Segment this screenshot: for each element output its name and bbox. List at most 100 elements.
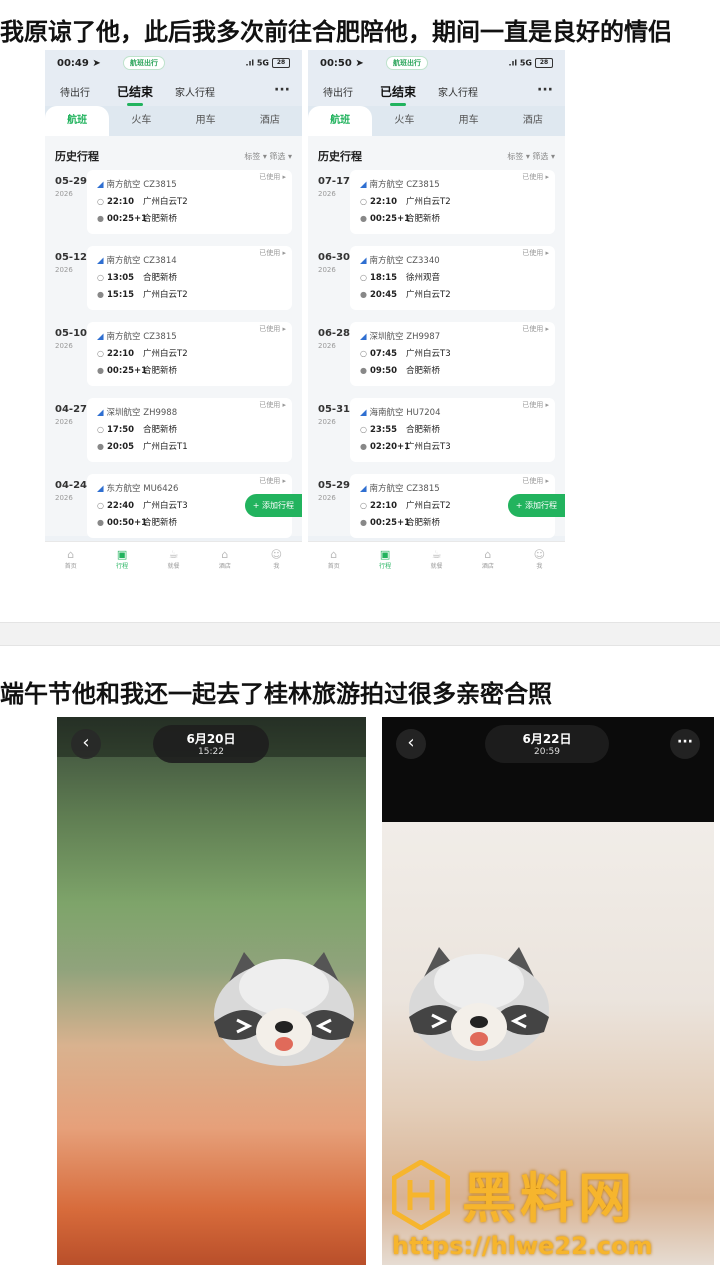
category-tab-2[interactable]: 用车: [174, 106, 238, 136]
trip-row[interactable]: 06-28 2026 ◢ 深圳航空 ZH9987 已使用 ▸ ○ 07:45 广州白云T3 ● 0…: [308, 322, 565, 398]
airline-logo-icon: ◢: [97, 408, 104, 418]
nav-item-4[interactable]: ☺ 我: [251, 542, 302, 582]
nav-item-3[interactable]: ⌂ 酒店: [462, 542, 513, 582]
trip-card[interactable]: ◢ 深圳航空 ZH9987 已使用 ▸ ○ 07:45 广州白云T3 ● 09:50 合肥新桥: [350, 322, 555, 386]
departure-dot-icon: ○: [360, 197, 367, 206]
trip-card[interactable]: ◢ 南方航空 CZ3340 已使用 ▸ ○ 18:15 徐州观音 ● 20:45 广州白云T2: [350, 246, 555, 310]
trip-status: 已使用 ▸: [522, 401, 549, 409]
arrival-time: 00:25+1: [370, 214, 411, 224]
trip-card[interactable]: ◢ 南方航空 CZ3814 已使用 ▸ ○ 13:05 合肥新桥 ● 15:15 广州白云T2: [87, 246, 292, 310]
nav-item-2[interactable]: ☕ 就餐: [148, 542, 199, 582]
trip-row[interactable]: 05-31 2026 ◢ 海南航空 HU7204 已使用 ▸ ○ 23:55 合肥新桥 ● 02:…: [308, 398, 565, 474]
nav-item-1[interactable]: ▣ 行程: [359, 542, 410, 582]
airline-logo-icon: ◢: [97, 484, 104, 494]
nav-label: 就餐: [430, 563, 443, 570]
add-trip-button[interactable]: + 添加行程: [244, 494, 302, 517]
airline-name: 南方航空 CZ3815: [106, 180, 177, 190]
departure-time: 17:50: [107, 425, 135, 435]
nav-item-4[interactable]: ☺ 我: [514, 542, 565, 582]
tab-0[interactable]: 待出行: [45, 84, 105, 99]
trip-list: 历史行程 标签 ▾ 筛选 ▾ 07-17 2026 ◢ 南方航空 CZ3815 已使用 ▸ ○…: [308, 136, 565, 538]
airline-name: 东方航空 MU6426: [106, 484, 179, 494]
arrival-place: 合肥新桥: [143, 214, 178, 224]
trip-card[interactable]: ◢ 海南航空 HU7204 已使用 ▸ ○ 23:55 合肥新桥 ● 02:20+1广州白云T…: [350, 398, 555, 462]
tab-0[interactable]: 待出行: [308, 84, 368, 99]
status-pill: 航班出行: [123, 56, 165, 70]
trip-date: 05-29: [318, 480, 350, 491]
airline-logo-icon: ◢: [97, 180, 104, 190]
photo-left: ‹ 6月20日 15:22: [57, 717, 366, 1265]
category-tab-1[interactable]: 火车: [372, 106, 436, 136]
trip-status: 已使用 ▸: [522, 477, 549, 485]
category-tab-2[interactable]: 用车: [437, 106, 501, 136]
more-options-button[interactable]: ···: [670, 729, 700, 759]
arrival-place: 广州白云T2: [143, 290, 188, 300]
trip-date: 05-10: [55, 328, 87, 339]
tab-2[interactable]: 家人行程: [165, 84, 225, 99]
airline-logo-icon: ◢: [97, 332, 104, 342]
more-menu-button[interactable]: ···: [537, 82, 553, 98]
nav-item-2[interactable]: ☕ 就餐: [411, 542, 462, 582]
arrival-dot-icon: ●: [360, 290, 367, 299]
tab-2[interactable]: 家人行程: [428, 84, 488, 99]
category-tab-1[interactable]: 火车: [109, 106, 173, 136]
category-tab-0[interactable]: 航班: [45, 106, 110, 136]
departure: ○ 22:10 广州白云T2: [360, 499, 451, 511]
trip-card[interactable]: ◢ 南方航空 CZ3815 已使用 ▸ ○ 22:10 广州白云T2 ● 00:25+1合肥新…: [87, 322, 292, 386]
nav-item-0[interactable]: ⌂ 首页: [45, 542, 96, 582]
category-tab-3[interactable]: 酒店: [238, 106, 302, 136]
arrival-dot-icon: ●: [97, 518, 104, 527]
trip-row[interactable]: 05-10 2026 ◢ 南方航空 CZ3815 已使用 ▸ ○ 22:10 广州白云T2 ● 0…: [45, 322, 302, 398]
trip-card[interactable]: ◢ 深圳航空 ZH9988 已使用 ▸ ○ 17:50 合肥新桥 ● 20:05 广州白云T1: [87, 398, 292, 462]
filter-controls[interactable]: 标签 ▾ 筛选 ▾: [507, 151, 555, 162]
photo-date-pill: 6月22日 20:59: [485, 725, 609, 763]
arrival-time: 09:50: [370, 366, 398, 376]
nav-label: 我: [273, 563, 280, 570]
tab-1[interactable]: 已结束: [105, 83, 165, 106]
trip-date: 04-27: [55, 404, 87, 415]
back-button[interactable]: ‹: [396, 729, 426, 759]
departure: ○ 07:45 广州白云T3: [360, 347, 451, 359]
trip-row[interactable]: 05-12 2026 ◢ 南方航空 CZ3814 已使用 ▸ ○ 13:05 合肥新桥 ● 15:…: [45, 246, 302, 322]
watermark-url: https://hlwe22.com: [392, 1232, 653, 1260]
trip-row[interactable]: 04-27 2026 ◢ 深圳航空 ZH9988 已使用 ▸ ○ 17:50 合肥新桥 ● 20:…: [45, 398, 302, 474]
trip-year: 2026: [318, 494, 336, 502]
category-tabs: 航班 火车 用车 酒店: [308, 106, 565, 136]
arrival-dot-icon: ●: [97, 366, 104, 375]
more-menu-button[interactable]: ···: [274, 82, 290, 98]
trip-row[interactable]: 06-30 2026 ◢ 南方航空 CZ3340 已使用 ▸ ○ 18:15 徐州观音 ● 20:…: [308, 246, 565, 322]
departure-time: 22:10: [370, 501, 398, 511]
nav-item-3[interactable]: ⌂ 酒店: [199, 542, 250, 582]
category-tabs: 航班 火车 用车 酒店: [45, 106, 302, 136]
nav-item-0[interactable]: ⌂ 首页: [308, 542, 359, 582]
arrival: ● 02:20+1广州白云T3: [360, 440, 451, 452]
trip-row[interactable]: 07-17 2026 ◢ 南方航空 CZ3815 已使用 ▸ ○ 22:10 广州白云T2 ● 0…: [308, 170, 565, 246]
photo-time: 20:59: [534, 747, 560, 757]
trip-row[interactable]: 05-29 2026 ◢ 南方航空 CZ3815 已使用 ▸ ○ 22:10 广州白云T2 ● 0…: [45, 170, 302, 246]
arrival-time: 00:25+1: [107, 366, 148, 376]
departure-dot-icon: ○: [97, 349, 104, 358]
arrival-dot-icon: ●: [97, 442, 104, 451]
arrival-time: 20:05: [107, 442, 135, 452]
add-trip-button[interactable]: + 添加行程: [507, 494, 565, 517]
departure: ○ 22:10 广州白云T2: [360, 195, 451, 207]
arrival-place: 合肥新桥: [406, 214, 441, 224]
trip-card[interactable]: ◢ 南方航空 CZ3815 已使用 ▸ ○ 22:10 广州白云T2 ● 00:25+1合肥新…: [350, 170, 555, 234]
status-bar: 00:49 ➤ 航班出行 .ıl 5G 28: [45, 50, 302, 76]
nav-item-1[interactable]: ▣ 行程: [96, 542, 147, 582]
history-header: 历史行程 标签 ▾ 筛选 ▾: [308, 136, 565, 170]
airline-logo-icon: ◢: [97, 256, 104, 266]
category-tab-0[interactable]: 航班: [308, 106, 373, 136]
trip-card[interactable]: ◢ 南方航空 CZ3815 已使用 ▸ ○ 22:10 广州白云T2 ● 00:25+1合肥新…: [87, 170, 292, 234]
airline-name: 南方航空 CZ3340: [369, 256, 440, 266]
category-tab-3[interactable]: 酒店: [501, 106, 565, 136]
tab-1[interactable]: 已结束: [368, 83, 428, 106]
trip-date: 05-12: [55, 252, 87, 263]
nav-label: 酒店: [481, 563, 494, 570]
top-tabs: 待出行 已结束 家人行程 ···: [308, 76, 565, 106]
back-button[interactable]: ‹: [71, 729, 101, 759]
filter-controls[interactable]: 标签 ▾ 筛选 ▾: [244, 151, 292, 162]
trip-status: 已使用 ▸: [259, 173, 286, 181]
departure-place: 广州白云T2: [406, 501, 451, 511]
departure-dot-icon: ○: [97, 501, 104, 510]
